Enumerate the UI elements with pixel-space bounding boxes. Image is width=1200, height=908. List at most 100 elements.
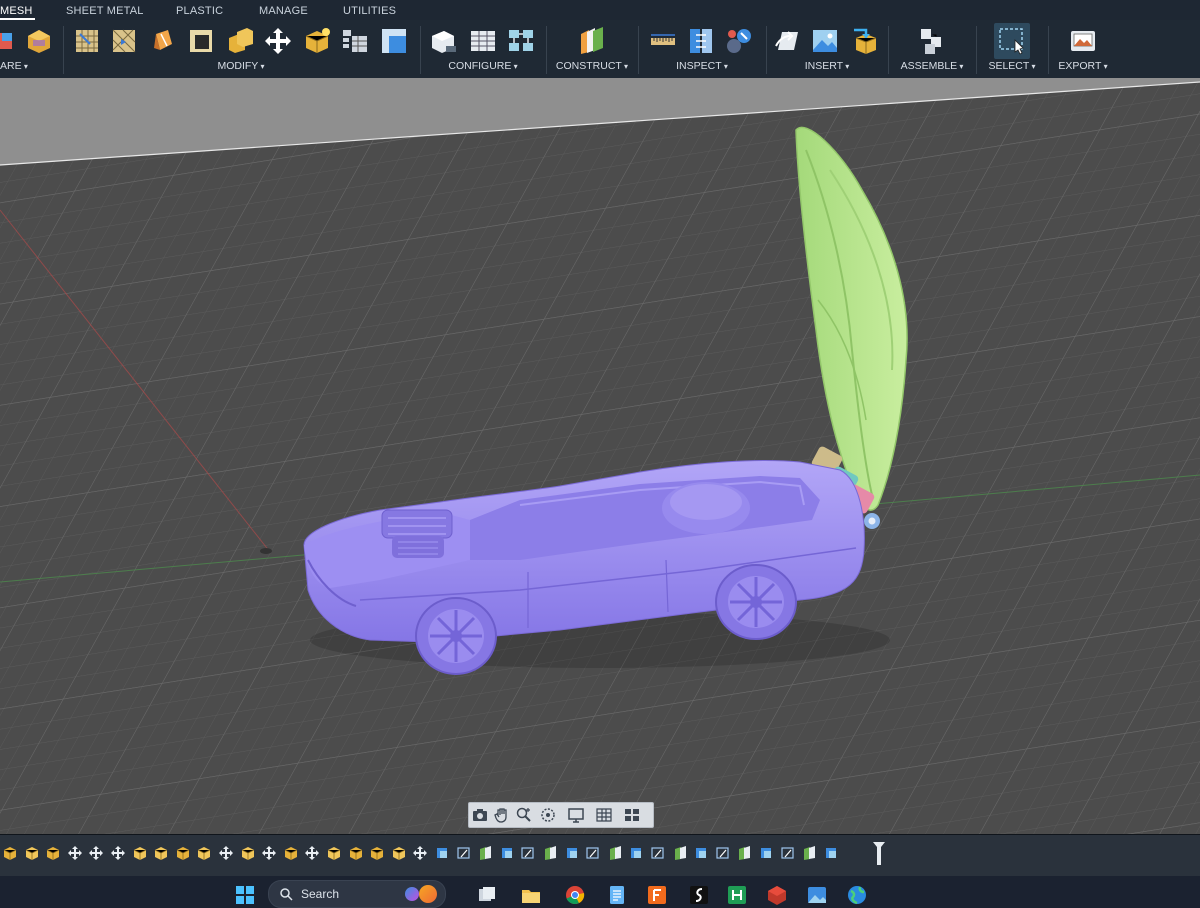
- feature-mesh-icon[interactable]: [175, 845, 191, 861]
- insert-derive-icon[interactable]: [772, 26, 802, 56]
- convert-mesh-icon[interactable]: [302, 26, 332, 56]
- display-component-colors-icon[interactable]: [724, 26, 754, 56]
- feature-move-icon[interactable]: [261, 845, 277, 861]
- new-component-icon[interactable]: [917, 26, 947, 56]
- feature-body-icon[interactable]: [564, 845, 580, 861]
- camera-icon[interactable]: [471, 806, 489, 824]
- tab-sheet-metal[interactable]: SHEET METAL: [66, 0, 144, 20]
- globe-icon[interactable]: [846, 884, 868, 906]
- feature-convert-icon[interactable]: [24, 845, 40, 861]
- shell-icon[interactable]: [186, 26, 216, 56]
- feature-convert-icon[interactable]: [132, 845, 148, 861]
- configure-component-icon[interactable]: [428, 26, 458, 56]
- group-label-configure[interactable]: CONFIGURE: [424, 60, 542, 72]
- feature-sketch-icon[interactable]: [650, 845, 666, 861]
- 3d-viewport[interactable]: [0, 78, 1200, 834]
- feature-plane-icon[interactable]: [607, 845, 623, 861]
- feature-mesh-icon[interactable]: [348, 845, 364, 861]
- feature-sketch-icon[interactable]: [585, 845, 601, 861]
- zoom-icon[interactable]: [515, 806, 533, 824]
- group-label-inspect[interactable]: INSPECT: [642, 60, 762, 72]
- feature-plane-icon[interactable]: [477, 845, 493, 861]
- remesh-icon[interactable]: [72, 26, 102, 56]
- feature-mesh-icon[interactable]: [2, 845, 18, 861]
- feature-plane-icon[interactable]: [672, 845, 688, 861]
- configuration-rules-icon[interactable]: [506, 26, 536, 56]
- group-label-prepare[interactable]: ARE: [0, 60, 60, 72]
- app-3d-icon[interactable]: [766, 884, 788, 906]
- interference-icon[interactable]: [686, 26, 716, 56]
- pan-hand-icon[interactable]: [493, 806, 511, 824]
- feature-body-icon[interactable]: [758, 845, 774, 861]
- grid-settings-icon[interactable]: [595, 806, 613, 824]
- feature-body-icon[interactable]: [499, 845, 515, 861]
- feature-body-icon[interactable]: [628, 845, 644, 861]
- reduce-icon[interactable]: [109, 26, 139, 56]
- feature-move-icon[interactable]: [67, 845, 83, 861]
- tab-plastic[interactable]: PLASTIC: [176, 0, 223, 20]
- group-label-insert[interactable]: INSERT: [770, 60, 884, 72]
- chrome-icon[interactable]: [564, 884, 586, 906]
- measure-icon[interactable]: [648, 26, 678, 56]
- feature-convert-icon[interactable]: [391, 845, 407, 861]
- feature-sketch-icon[interactable]: [780, 845, 796, 861]
- feature-move-icon[interactable]: [88, 845, 104, 861]
- timeline-marker-icon[interactable]: [872, 841, 886, 865]
- group-label-modify[interactable]: MODIFY: [66, 60, 416, 72]
- display-settings-icon[interactable]: [567, 806, 585, 824]
- feature-convert-icon[interactable]: [240, 845, 256, 861]
- viewport-canvas[interactable]: [0, 78, 1200, 834]
- configuration-table-icon[interactable]: [468, 26, 498, 56]
- feature-convert-icon[interactable]: [153, 845, 169, 861]
- feature-body-icon[interactable]: [693, 845, 709, 861]
- feature-sketch-icon[interactable]: [715, 845, 731, 861]
- photos-icon[interactable]: [806, 884, 828, 906]
- notepad-icon[interactable]: [606, 884, 628, 906]
- group-label-construct[interactable]: CONSTRUCT: [550, 60, 634, 72]
- app-s-icon[interactable]: [688, 884, 710, 906]
- feature-move-icon[interactable]: [218, 845, 234, 861]
- insert-image-icon[interactable]: [810, 26, 840, 56]
- offset-plane-icon[interactable]: [577, 26, 607, 56]
- mesh-repair-icon[interactable]: [24, 26, 54, 56]
- export-image-icon[interactable]: [1068, 26, 1098, 56]
- feature-body-icon[interactable]: [434, 845, 450, 861]
- orbit-icon[interactable]: [539, 806, 557, 824]
- tab-manage[interactable]: MANAGE: [259, 0, 308, 20]
- fusion-icon[interactable]: [646, 884, 668, 906]
- erase-fill-icon[interactable]: [148, 26, 178, 56]
- rear-wheel[interactable]: [715, 564, 797, 640]
- insert-mesh-icon[interactable]: [850, 26, 880, 56]
- feature-move-icon[interactable]: [110, 845, 126, 861]
- combine-icon[interactable]: [226, 26, 256, 56]
- taskbar-search-box[interactable]: Search: [268, 880, 446, 908]
- task-view-icon[interactable]: [476, 884, 498, 906]
- feature-plane-icon[interactable]: [801, 845, 817, 861]
- plane-cut-icon[interactable]: [379, 26, 409, 56]
- viewports-icon[interactable]: [623, 806, 641, 824]
- select-window-icon[interactable]: [997, 26, 1027, 56]
- group-label-assemble[interactable]: ASSEMBLE: [892, 60, 972, 72]
- feature-sketch-icon[interactable]: [520, 845, 536, 861]
- feature-sketch-icon[interactable]: [456, 845, 472, 861]
- prepare-mesh-icon[interactable]: [0, 26, 20, 56]
- feature-move-icon[interactable]: [412, 845, 428, 861]
- tab-mesh[interactable]: MESH: [0, 0, 35, 20]
- copilot-icon[interactable]: [405, 887, 419, 901]
- feature-plane-icon[interactable]: [542, 845, 558, 861]
- group-label-export[interactable]: EXPORT: [1052, 60, 1114, 72]
- file-explorer-icon[interactable]: [520, 884, 542, 906]
- feature-mesh-icon[interactable]: [45, 845, 61, 861]
- app-green-icon[interactable]: [726, 884, 748, 906]
- feature-mesh-icon[interactable]: [283, 845, 299, 861]
- section-table-icon[interactable]: [340, 26, 370, 56]
- feature-plane-icon[interactable]: [736, 845, 752, 861]
- feature-mesh-icon[interactable]: [369, 845, 385, 861]
- move-icon[interactable]: [263, 26, 293, 56]
- feature-convert-icon[interactable]: [326, 845, 342, 861]
- feature-move-icon[interactable]: [304, 845, 320, 861]
- front-wheel[interactable]: [415, 597, 497, 675]
- group-label-select[interactable]: SELECT: [980, 60, 1044, 72]
- tab-utilities[interactable]: UTILITIES: [343, 0, 396, 20]
- windows-start-icon[interactable]: [234, 884, 256, 906]
